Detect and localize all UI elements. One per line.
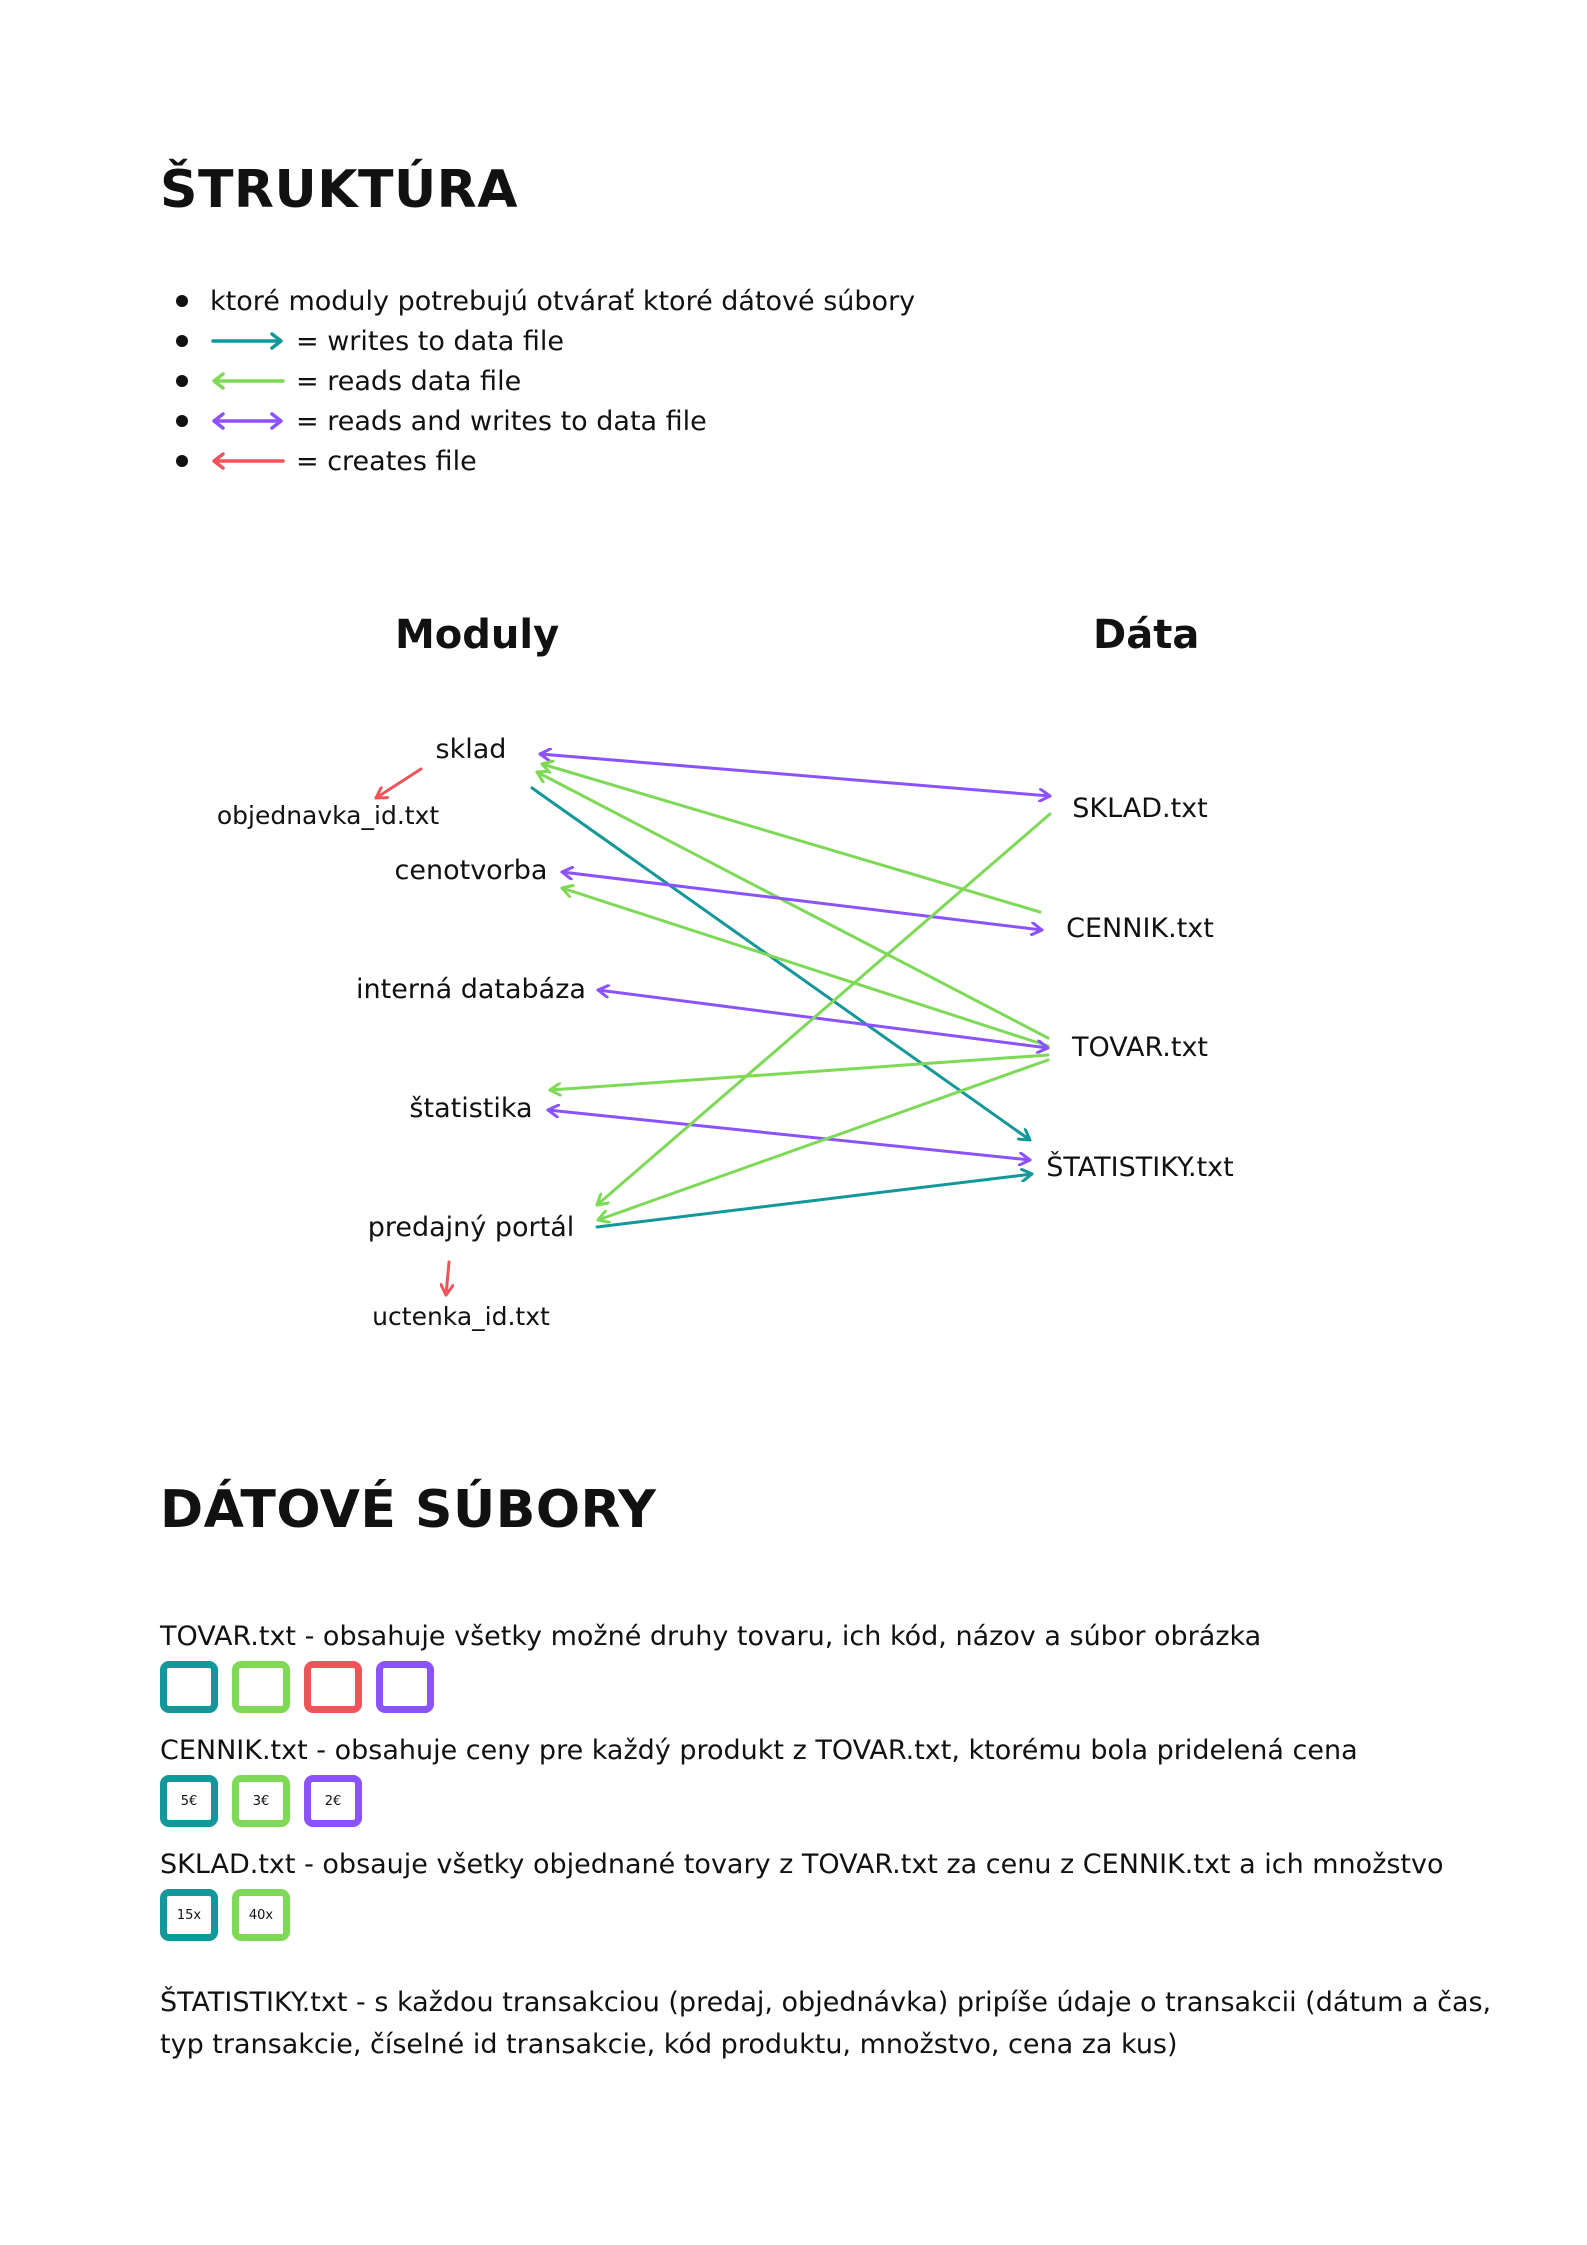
price-boxes-cennik: 5€ 3€ 2€ [160, 1775, 362, 1827]
price-box: 2€ [304, 1775, 362, 1827]
arrow-internadb-tovartxt [596, 990, 1050, 1048]
price-box: 5€ [160, 1775, 218, 1827]
color-boxes-tovar [160, 1661, 434, 1713]
module-predajny-portal: predajný portál [367, 1212, 575, 1243]
arrow-cenotvorba-cenniktxt [560, 872, 1044, 930]
file-description-statistiky: ŠTATISTIKY.txt - s každou transakciou (p… [160, 1987, 1492, 2060]
quantity-box: 15x [160, 1889, 218, 1941]
file-description-cennik: CENNIK.txt - obsahuje ceny pre každý pro… [160, 1735, 1358, 1766]
module-data-diagram [374, 0, 1052, 1297]
module-cenotvorba: cenotvorba [394, 855, 548, 886]
datafile-sklad: SKLAD.txt [1072, 793, 1208, 824]
arrow-cenniktxt-sklad [540, 764, 1042, 914]
datafile-cennik: CENNIK.txt [1066, 913, 1214, 944]
arrow-tovartxt-predajny [596, 1058, 1050, 1220]
price-box: 3€ [232, 1775, 290, 1827]
datafile-tovar: TOVAR.txt [1071, 1032, 1209, 1063]
quantity-boxes-sklad: 15x 40x [160, 1889, 290, 1941]
section-title-datove-subory: DÁTOVÉ SÚBORY [160, 1480, 657, 1540]
arrow-predajny-statistikytxt [595, 1174, 1034, 1229]
datafile-statistiky: ŠTATISTIKY.txt [1046, 1152, 1234, 1183]
quantity-box: 40x [232, 1889, 290, 1941]
module-statistika: štatistika [409, 1093, 533, 1124]
color-box [160, 1661, 218, 1713]
arrow-predajny-uctenka [446, 1260, 449, 1297]
arrow-sklad-skladtxt [538, 754, 1052, 796]
file-uctenka-id: uctenka_id.txt [372, 1302, 550, 1331]
color-box [376, 1661, 434, 1713]
arrow-sklad-objednavka [374, 767, 423, 800]
module-interna-databaza: interná databáza [356, 974, 586, 1005]
module-sklad: sklad [435, 734, 507, 765]
arrow-skladtxt-predajny [595, 812, 1052, 1207]
modules-header: Moduly [395, 612, 560, 658]
file-objednavka-id: objednavka_id.txt [216, 801, 440, 830]
color-box [232, 1661, 290, 1713]
color-box [304, 1661, 362, 1713]
file-description-sklad: SKLAD.txt - obsauje všetky objednané tov… [160, 1849, 1444, 1880]
arrow-tovartxt-statistika [548, 1053, 1050, 1090]
file-description-tovar: TOVAR.txt - obsahuje všetky možné druhy … [160, 1621, 1262, 1652]
data-header: Dáta [1093, 612, 1200, 658]
